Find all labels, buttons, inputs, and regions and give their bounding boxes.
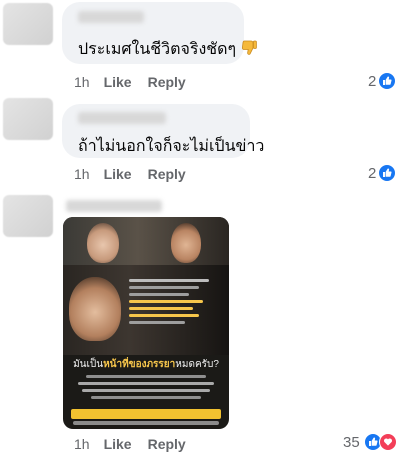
like-button[interactable]: Like [104,436,132,452]
comment-bubble: ประเมศในชีวิตจริงชัดๆ [62,2,257,64]
comment-time: 1h [74,436,90,452]
reply-button[interactable]: Reply [148,436,186,452]
reaction-summary[interactable]: 2 [368,72,397,90]
image-person-man [171,223,201,263]
thumbs-down-emoji-icon [240,39,258,57]
like-button[interactable]: Like [104,74,132,90]
comment-thread: ประเมศในชีวิตจริงชัดๆ 1h Like Reply 2 ถ้… [0,0,411,468]
like-icon [378,72,397,90]
comment-text: ประเมศในชีวิตจริงชัดๆ [78,37,258,62]
image-person-woman [87,223,119,263]
commenter-name-blurred[interactable] [78,11,144,23]
comment-text: ถ้าไม่นอกใจก็จะไม่เป็นข่าว [78,134,264,159]
reaction-count: 2 [368,72,377,90]
image-person-closeup [69,277,121,341]
image-main-caption: มันเป็นหน้าที่ของภรรยาหมดครับ? [69,357,223,372]
reply-button[interactable]: Reply [148,74,186,90]
image-body-lines [73,375,219,403]
comment-actions: 1h Like Reply [74,166,202,182]
image-caption-highlight: หน้าที่ของภรรยา [103,359,176,370]
commenter-name-blurred[interactable] [66,200,162,212]
reaction-summary[interactable]: 2 [368,164,397,182]
reaction-count: 35 [343,433,360,451]
image-caption-suffix: หมดครับ? [175,359,219,370]
comment-bubble: ถ้าไม่นอกใจก็จะไม่เป็นข่าว [62,104,264,158]
comment-image[interactable]: มันเป็นหน้าที่ของภรรยาหมดครับ? [63,217,229,429]
image-highlight-bar [71,409,221,419]
image-footer-line [73,421,219,425]
comment-actions: 1h Like Reply [74,436,202,452]
image-text-lines [129,279,223,328]
comment-text-content: ประเมศในชีวิตจริงชัดๆ [78,41,237,58]
avatar[interactable] [3,195,53,237]
avatar[interactable] [3,3,53,45]
comment-time: 1h [74,166,90,182]
like-button[interactable]: Like [104,166,132,182]
reaction-count: 2 [368,164,377,182]
comment-text-content: ถ้าไม่นอกใจก็จะไม่เป็นข่าว [78,138,265,155]
reaction-summary[interactable]: 35 [343,433,397,451]
comment-actions: 1h Like Reply [74,74,202,90]
comment-time: 1h [74,74,90,90]
heart-icon [378,433,397,451]
commenter-name-blurred[interactable] [78,112,166,124]
avatar[interactable] [3,98,53,140]
reply-button[interactable]: Reply [148,166,186,182]
image-caption-prefix: มันเป็น [73,359,104,370]
like-icon [378,164,397,182]
